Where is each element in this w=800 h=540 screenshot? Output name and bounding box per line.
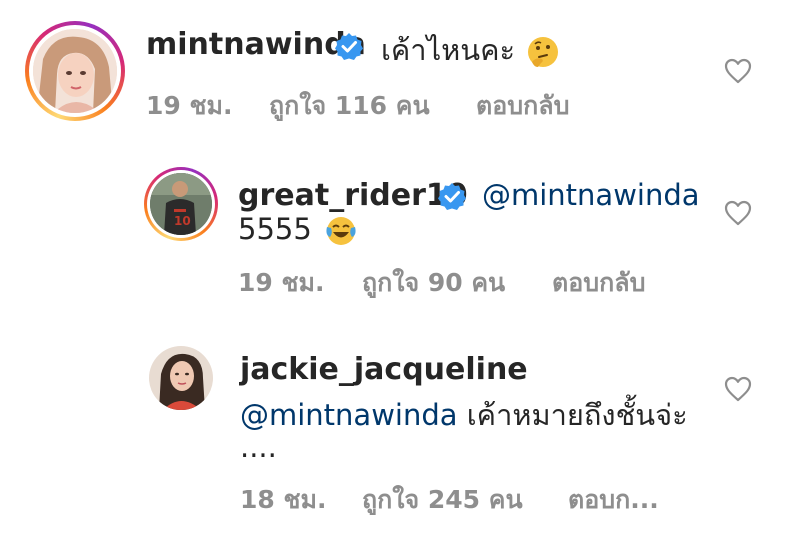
comment-mintnawinda: mintnawinda เค้าไหนคะ 19 ชม. ถูกใจ 116 ค… (0, 0, 800, 130)
like-heart-icon[interactable] (724, 376, 752, 402)
comment-likes[interactable]: ถูกใจ 245 คน (362, 480, 523, 520)
reply-button[interactable]: ตอบก... (568, 480, 659, 520)
thinking-face-icon (528, 37, 559, 67)
comment-time: 19 ชม. (146, 91, 233, 120)
comment-meta: 19 ชม. ถูกใจ 116 คน ตอบกลับ (146, 86, 606, 120)
comment-text-body: 5555 (238, 212, 312, 246)
comment-username[interactable]: mintnawinda (146, 27, 366, 62)
face-with-tears-of-joy-icon (326, 217, 356, 245)
verified-badge-icon (335, 33, 363, 60)
comment-mention-link[interactable]: @mintnawinda (240, 398, 458, 432)
comment-great-rider10: 10 great_rider10 @mintnawinda 5555 19 ชม… (0, 150, 800, 300)
avatar-mintnawinda[interactable] (25, 21, 125, 121)
comment-text: เค้าไหนคะ (381, 27, 560, 73)
comment-text-line2: .... (240, 430, 277, 464)
comment-jackie-jacqueline: jackie_jacqueline @mintnawinda เค้าหมายถ… (0, 330, 800, 530)
comment-text-body: เค้าไหนคะ (381, 33, 516, 67)
comment-meta: 18 ชม. ถูกใจ 245 คน ตอบก... (240, 480, 700, 514)
comment-username[interactable]: jackie_jacqueline (240, 352, 528, 387)
like-heart-icon[interactable] (724, 58, 752, 84)
svg-text:10: 10 (174, 214, 191, 228)
comment-username[interactable]: great_rider10 (238, 178, 468, 213)
comment-time: 18 ชม. (240, 485, 327, 514)
like-heart-icon[interactable] (724, 200, 752, 226)
avatar-great-rider10[interactable]: 10 (144, 167, 218, 241)
comment-text: 5555 (238, 212, 357, 247)
reply-button[interactable]: ตอบกลับ (552, 263, 645, 303)
verified-badge-icon (438, 183, 466, 210)
comment-text: @mintnawinda เค้าหมายถึงชั้นจ่ะ (240, 392, 688, 438)
comment-likes[interactable]: ถูกใจ 90 คน (362, 263, 505, 303)
comment-likes[interactable]: ถูกใจ 116 คน (269, 86, 430, 126)
avatar-jackie-jacqueline[interactable] (149, 346, 213, 410)
reply-button[interactable]: ตอบกลับ (476, 86, 569, 126)
comment-text-body: เค้าหมายถึงชั้นจ่ะ (457, 398, 688, 432)
comment-meta: 19 ชม. ถูกใจ 90 คน ตอบกลับ (238, 263, 698, 297)
comment-mention-link[interactable]: @mintnawinda (482, 178, 700, 212)
comment-time: 19 ชม. (238, 268, 325, 297)
